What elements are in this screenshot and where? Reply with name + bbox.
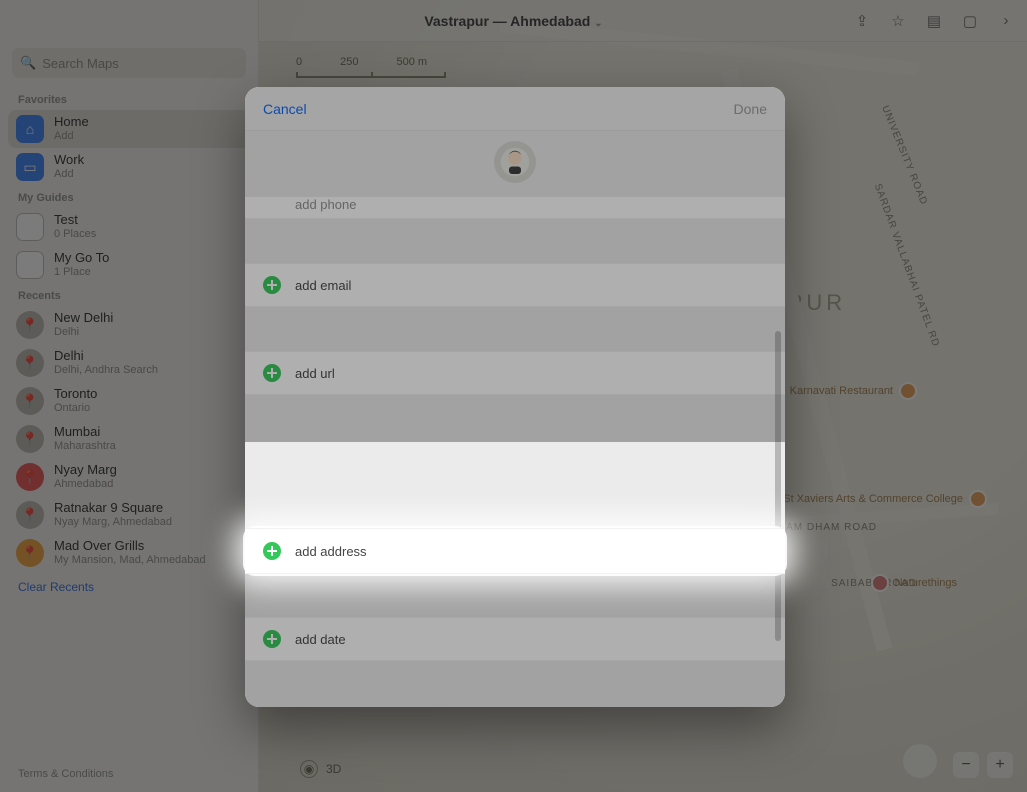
- add-phone-row[interactable]: add phone: [245, 197, 785, 219]
- done-button[interactable]: Done: [734, 101, 767, 117]
- memoji-icon: [500, 147, 530, 177]
- add-date-row[interactable]: add date: [245, 617, 785, 661]
- contact-edit-modal: Cancel Done add phone: [245, 87, 785, 707]
- add-icon: [263, 364, 281, 382]
- add-address-row[interactable]: add address: [245, 528, 785, 574]
- add-icon: [263, 630, 281, 648]
- cancel-button[interactable]: Cancel: [263, 101, 307, 117]
- add-email-row[interactable]: add email: [245, 263, 785, 307]
- contact-avatar[interactable]: [494, 141, 536, 183]
- scrollbar[interactable]: [775, 331, 781, 641]
- add-url-row[interactable]: add url: [245, 351, 785, 395]
- add-icon: [263, 542, 281, 560]
- add-icon: [263, 276, 281, 294]
